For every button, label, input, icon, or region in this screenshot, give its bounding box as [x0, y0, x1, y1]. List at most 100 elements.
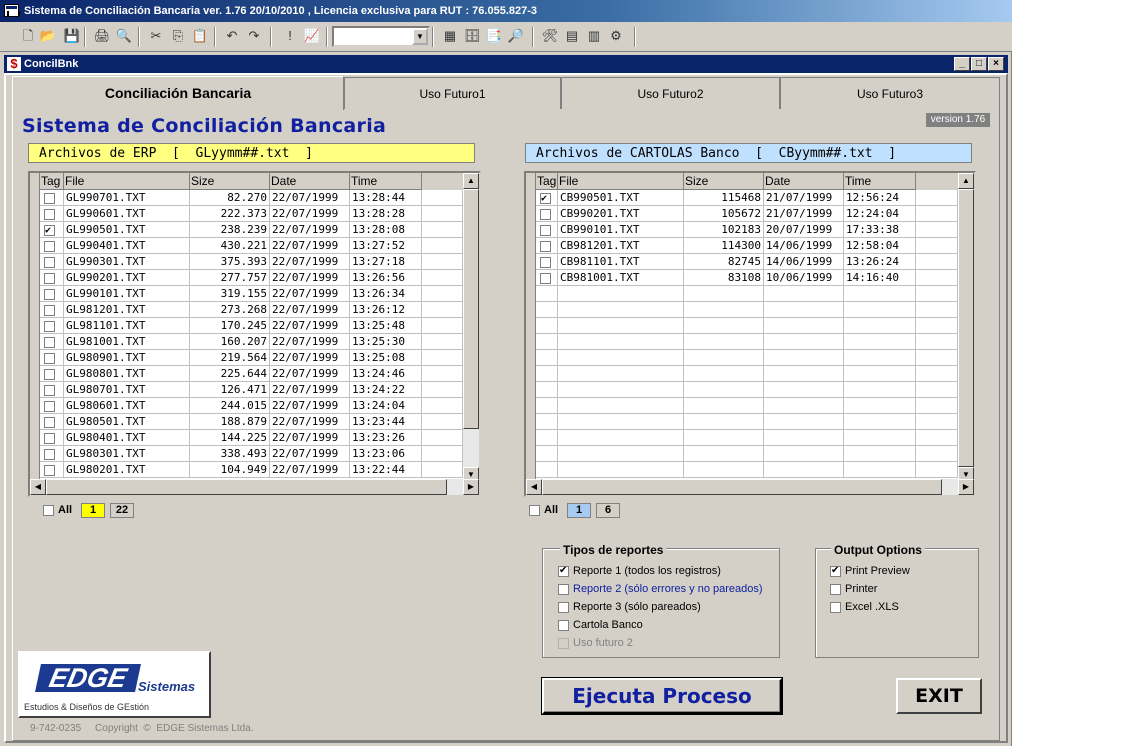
- tag-checkbox[interactable]: [540, 224, 551, 236]
- maximize-button[interactable]: □: [971, 57, 987, 71]
- table-row[interactable]: GL990101.TXT 319.155 22/07/1999 13:26:34: [40, 286, 463, 302]
- save-icon[interactable]: 💾: [62, 26, 82, 46]
- table-row[interactable]: CB981001.TXT 83108 10/06/1999 14:16:40: [536, 270, 958, 286]
- column-header-size[interactable]: Size: [684, 173, 764, 190]
- table-row[interactable]: [536, 366, 958, 382]
- properties-icon[interactable]: 📑: [484, 26, 504, 46]
- report-option-3[interactable]: Reporte 3 (sólo pareados): [558, 601, 701, 614]
- column-header-date[interactable]: Date: [270, 173, 350, 190]
- table-row[interactable]: GL990701.TXT 82.270 22/07/1999 13:28:44: [40, 190, 463, 206]
- tools-icon[interactable]: 🛠: [540, 26, 560, 46]
- exclamation-icon[interactable]: !: [280, 26, 300, 46]
- tag-checkbox[interactable]: [44, 256, 55, 268]
- horizontal-scrollbar[interactable]: ◀ ▶: [526, 479, 974, 495]
- vertical-scrollbar[interactable]: ▲ ▼: [958, 173, 974, 483]
- column-header-file[interactable]: File: [558, 173, 684, 190]
- tag-checkbox[interactable]: [44, 368, 55, 380]
- column-header-size[interactable]: Size: [190, 173, 270, 190]
- column-header-date[interactable]: Date: [764, 173, 844, 190]
- horizontal-scrollbar[interactable]: ◀ ▶: [30, 479, 479, 495]
- banco-all-checkbox[interactable]: [529, 505, 540, 516]
- form-icon[interactable]: ▤: [562, 26, 582, 46]
- table-row[interactable]: [536, 414, 958, 430]
- toolbar-combo[interactable]: ▼: [332, 26, 430, 47]
- scroll-right-icon[interactable]: ▶: [463, 479, 479, 495]
- tag-checkbox[interactable]: [44, 223, 55, 237]
- chart-icon[interactable]: 📈: [302, 26, 322, 46]
- tag-checkbox[interactable]: [44, 448, 55, 460]
- scroll-thumb[interactable]: [46, 479, 447, 495]
- scroll-thumb[interactable]: [958, 189, 974, 467]
- column-header-tag[interactable]: Tag: [40, 173, 64, 190]
- tab-conciliacion-bancaria[interactable]: Conciliación Bancaria: [12, 76, 344, 110]
- find-icon[interactable]: 🔎: [506, 26, 526, 46]
- report-option-checkbox[interactable]: [558, 619, 569, 631]
- tag-checkbox[interactable]: [44, 320, 55, 332]
- table-row[interactable]: GL980901.TXT 219.564 22/07/1999 13:25:08: [40, 350, 463, 366]
- table-row[interactable]: CB990101.TXT 102183 20/07/1999 17:33:38: [536, 222, 958, 238]
- column-header-time[interactable]: Time: [350, 173, 422, 190]
- grid-icon[interactable]: ▦: [440, 26, 460, 46]
- output-option-2[interactable]: Printer: [830, 583, 877, 596]
- tag-checkbox[interactable]: [44, 432, 55, 444]
- tag-checkbox[interactable]: [44, 192, 55, 204]
- table-row[interactable]: CB990501.TXT11546821/07/199912:56:24: [536, 190, 958, 206]
- scroll-up-icon[interactable]: ▲: [958, 173, 974, 189]
- tag-checkbox[interactable]: [44, 336, 55, 348]
- tag-checkbox[interactable]: [44, 208, 55, 220]
- tag-checkbox[interactable]: [44, 304, 55, 316]
- copy-icon[interactable]: ⎘: [168, 26, 188, 46]
- report-option-checkbox[interactable]: [558, 601, 569, 613]
- output-option-checkbox[interactable]: [830, 564, 841, 577]
- column-header-time[interactable]: Time: [844, 173, 916, 190]
- vertical-scrollbar[interactable]: ▲ ▼: [463, 173, 479, 483]
- tag-checkbox[interactable]: [44, 416, 55, 428]
- scroll-thumb[interactable]: [463, 189, 479, 429]
- output-option-checkbox[interactable]: [830, 601, 841, 613]
- table-row[interactable]: GL980601.TXT 244.015 22/07/1999 13:24:04: [40, 398, 463, 414]
- minimize-button[interactable]: _: [954, 57, 970, 71]
- tag-checkbox[interactable]: [44, 400, 55, 412]
- table-row[interactable]: GL980401.TXT 144.225 22/07/1999 13:23:26: [40, 430, 463, 446]
- tag-checkbox[interactable]: [540, 208, 551, 220]
- table-row[interactable]: [536, 318, 958, 334]
- table-row[interactable]: [536, 430, 958, 446]
- table-row[interactable]: GL980701.TXT 126.471 22/07/1999 13:24:22: [40, 382, 463, 398]
- undo-icon[interactable]: ↶: [222, 26, 242, 46]
- tag-checkbox[interactable]: [44, 272, 55, 284]
- table-row[interactable]: CB981101.TXT 82745 14/06/1999 13:26:24: [536, 254, 958, 270]
- table-row[interactable]: GL990601.TXT 222.373 22/07/1999 13:28:28: [40, 206, 463, 222]
- close-button[interactable]: ×: [988, 57, 1004, 71]
- table-row[interactable]: GL981101.TXT 170.245 22/07/1999 13:25:48: [40, 318, 463, 334]
- tab-uso-futuro1[interactable]: Uso Futuro1: [344, 77, 561, 109]
- paste-icon[interactable]: 📋: [190, 26, 210, 46]
- report-option-4[interactable]: Cartola Banco: [558, 619, 643, 632]
- table-row[interactable]: [536, 446, 958, 462]
- exit-button[interactable]: EXIT: [896, 678, 982, 714]
- table-row[interactable]: [536, 398, 958, 414]
- new-icon[interactable]: 🗋: [18, 26, 38, 46]
- table-row[interactable]: [536, 462, 958, 478]
- table-row[interactable]: GL990301.TXT 375.393 22/07/1999 13:27:18: [40, 254, 463, 270]
- settings-icon[interactable]: ⚙: [606, 26, 626, 46]
- print-preview-icon[interactable]: 🔍: [114, 26, 134, 46]
- output-option-1[interactable]: Print Preview: [830, 564, 910, 578]
- report-option-checkbox[interactable]: [558, 564, 569, 577]
- tag-checkbox[interactable]: [540, 272, 551, 284]
- table-row[interactable]: GL980501.TXT 188.879 22/07/1999 13:23:44: [40, 414, 463, 430]
- tag-checkbox[interactable]: [44, 384, 55, 396]
- redo-icon[interactable]: ↷: [244, 26, 264, 46]
- tag-checkbox[interactable]: [540, 256, 551, 268]
- banco-files-grid[interactable]: TagFileSizeDateTimeCB990501.TXT11546821/…: [524, 171, 976, 497]
- output-option-3[interactable]: Excel .XLS: [830, 601, 899, 614]
- tab-uso-futuro2[interactable]: Uso Futuro2: [561, 77, 780, 109]
- scroll-left-icon[interactable]: ◀: [526, 479, 542, 495]
- report-option-2[interactable]: Reporte 2 (sólo errores y no pareados): [558, 583, 763, 596]
- column-header-tag[interactable]: Tag: [536, 173, 558, 190]
- tag-checkbox[interactable]: [44, 288, 55, 300]
- column-header-file[interactable]: File: [64, 173, 190, 190]
- scroll-right-icon[interactable]: ▶: [958, 479, 974, 495]
- chevron-down-icon[interactable]: ▼: [412, 28, 428, 45]
- table-row[interactable]: [536, 286, 958, 302]
- tag-checkbox[interactable]: [540, 240, 551, 252]
